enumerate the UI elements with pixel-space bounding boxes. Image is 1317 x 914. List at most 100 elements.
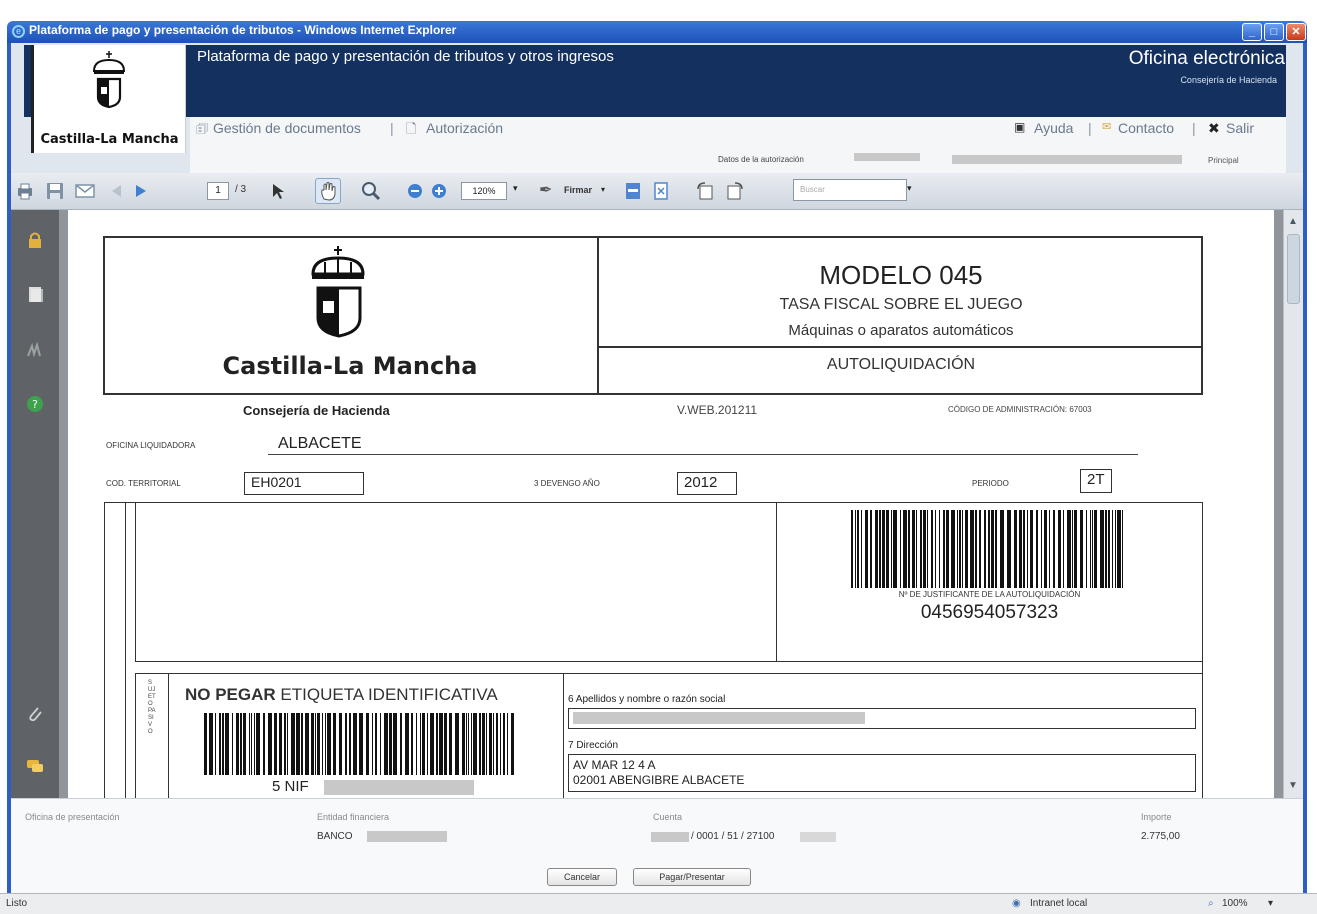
zoom-tool-icon[interactable] [361, 181, 381, 201]
form-rule [563, 673, 564, 798]
barcode-bar [916, 510, 917, 588]
attachment-icon[interactable] [25, 704, 45, 724]
search-dropdown-icon[interactable]: ▾ [907, 183, 912, 194]
barcode-bar [912, 510, 915, 588]
barcode-bar [1041, 510, 1042, 588]
page-number-input[interactable]: 1 [207, 182, 229, 200]
header-logo[interactable]: Castilla-La Mancha [31, 45, 186, 153]
exit-icon: ✖ [1208, 120, 1220, 136]
zoom-in-icon[interactable] [429, 181, 449, 201]
sign-dropdown-icon[interactable]: ▾ [601, 185, 605, 194]
justificante-barcode [851, 510, 1123, 588]
barcode-bar [380, 713, 381, 775]
model-subtitle: TASA FISCAL SOBRE EL JUEGO [779, 296, 1023, 313]
internet-explorer-icon: e [12, 25, 25, 38]
close-button[interactable]: ✕ [1286, 23, 1306, 41]
barcode-bar [946, 510, 949, 588]
barcode-bar [927, 510, 928, 588]
address-line-2: 02001 ABENGIBRE ALBACETE [573, 773, 745, 787]
barcode-bar [1030, 510, 1033, 588]
barcode-bar [943, 510, 945, 588]
barcode-bar [204, 713, 207, 775]
fit-width-icon[interactable] [623, 181, 643, 201]
zoom-out-icon[interactable] [405, 181, 425, 201]
search-input[interactable]: Buscar [793, 179, 907, 201]
user-redacted [952, 155, 1182, 164]
cancel-button[interactable]: Cancelar [547, 868, 617, 886]
pay-submit-button[interactable]: Pagar/Presentar [633, 868, 751, 886]
rotate-left-icon[interactable] [695, 181, 715, 201]
barcode-bar [430, 713, 434, 775]
barcode-bar [965, 510, 968, 588]
comments-icon[interactable] [25, 756, 45, 776]
barcode-bar [209, 713, 213, 775]
barcode-bar [923, 510, 926, 588]
period-field: 2T [1080, 469, 1112, 493]
barcode-bar [1117, 510, 1121, 588]
lock-icon[interactable] [25, 230, 45, 250]
maximize-button[interactable]: □ [1264, 23, 1284, 41]
nav-documents-link[interactable]: Gestión de documentos [213, 120, 361, 136]
window-title: Plataforma de pago y presentación de tri… [29, 23, 457, 37]
zoom-level-input[interactable]: 120% [461, 182, 507, 200]
barcode-bar [855, 510, 856, 588]
email-icon[interactable] [75, 181, 95, 201]
barcode-bar [851, 510, 853, 588]
scroll-up-icon[interactable]: ▲ [1288, 216, 1298, 227]
barcode-bar [1058, 510, 1061, 588]
nav-contact-link[interactable]: Contacto [1118, 120, 1174, 136]
account-redacted [651, 832, 689, 842]
barcode-bar [345, 713, 347, 775]
pages-icon[interactable] [25, 284, 45, 304]
barcode-bar [256, 713, 260, 775]
minimize-button[interactable]: _ [1242, 23, 1262, 41]
save-icon[interactable] [45, 181, 65, 201]
period-label: PERIODO [972, 479, 1009, 488]
barcode-bar [984, 510, 986, 588]
barcode-bar [1067, 510, 1071, 588]
barcode-bar [970, 510, 974, 588]
help-circle-icon[interactable]: ? [25, 394, 45, 414]
no-pegar-rest: ETIQUETA IDENTIFICATIVA [280, 685, 498, 704]
barcode-bar [243, 713, 246, 775]
nav-help-link[interactable]: Ayuda [1034, 120, 1073, 136]
fit-page-icon[interactable] [651, 181, 671, 201]
barcode-bar [1086, 510, 1087, 588]
scroll-down-icon[interactable]: ▼ [1288, 780, 1298, 791]
office-title: Oficina electrónica [1128, 48, 1285, 69]
select-tool-icon[interactable] [269, 181, 289, 201]
hand-tool-icon[interactable] [315, 178, 341, 204]
barcode-bar [1112, 510, 1113, 588]
barcode-bar [359, 713, 363, 775]
document-scrollbar[interactable]: ▲ ▼ [1283, 210, 1303, 798]
barcode-bar [468, 713, 469, 775]
next-page-icon[interactable] [131, 181, 151, 201]
status-zoom-dropdown-icon[interactable]: ▾ [1268, 898, 1273, 909]
barcode-bar [411, 713, 413, 775]
barcode-bar [317, 713, 320, 775]
barcode-bar [349, 713, 351, 775]
barcode-bar [486, 713, 487, 775]
account-value: / 0001 / 51 / 27100 [691, 831, 775, 842]
nav-exit-link[interactable]: Salir [1226, 120, 1254, 136]
no-pegar-bold: NO PEGAR [185, 685, 276, 704]
barcode-bar [449, 713, 452, 775]
barcode-bar [900, 510, 901, 588]
name-label: 6 Apellidos y nombre o razón social [568, 694, 726, 705]
scroll-thumb[interactable] [1287, 234, 1300, 304]
barcode-bar [254, 713, 255, 775]
barcode-bar [311, 713, 314, 775]
signatures-icon[interactable] [25, 340, 45, 360]
nav-authorization-link[interactable]: Autorización [426, 120, 503, 136]
amount-label: Importe [1141, 812, 1172, 822]
rotate-right-icon[interactable] [725, 181, 745, 201]
form-rule [135, 502, 136, 662]
previous-page-icon[interactable] [107, 181, 127, 201]
barcode-bar [1036, 510, 1038, 588]
barcode-bar [979, 510, 981, 588]
zoom-dropdown-icon[interactable]: ▾ [513, 183, 518, 194]
sign-button[interactable]: Firmar [564, 185, 592, 195]
status-zoom[interactable]: 100% [1222, 898, 1248, 909]
barcode-bar [1014, 510, 1017, 588]
print-icon[interactable] [15, 181, 35, 201]
